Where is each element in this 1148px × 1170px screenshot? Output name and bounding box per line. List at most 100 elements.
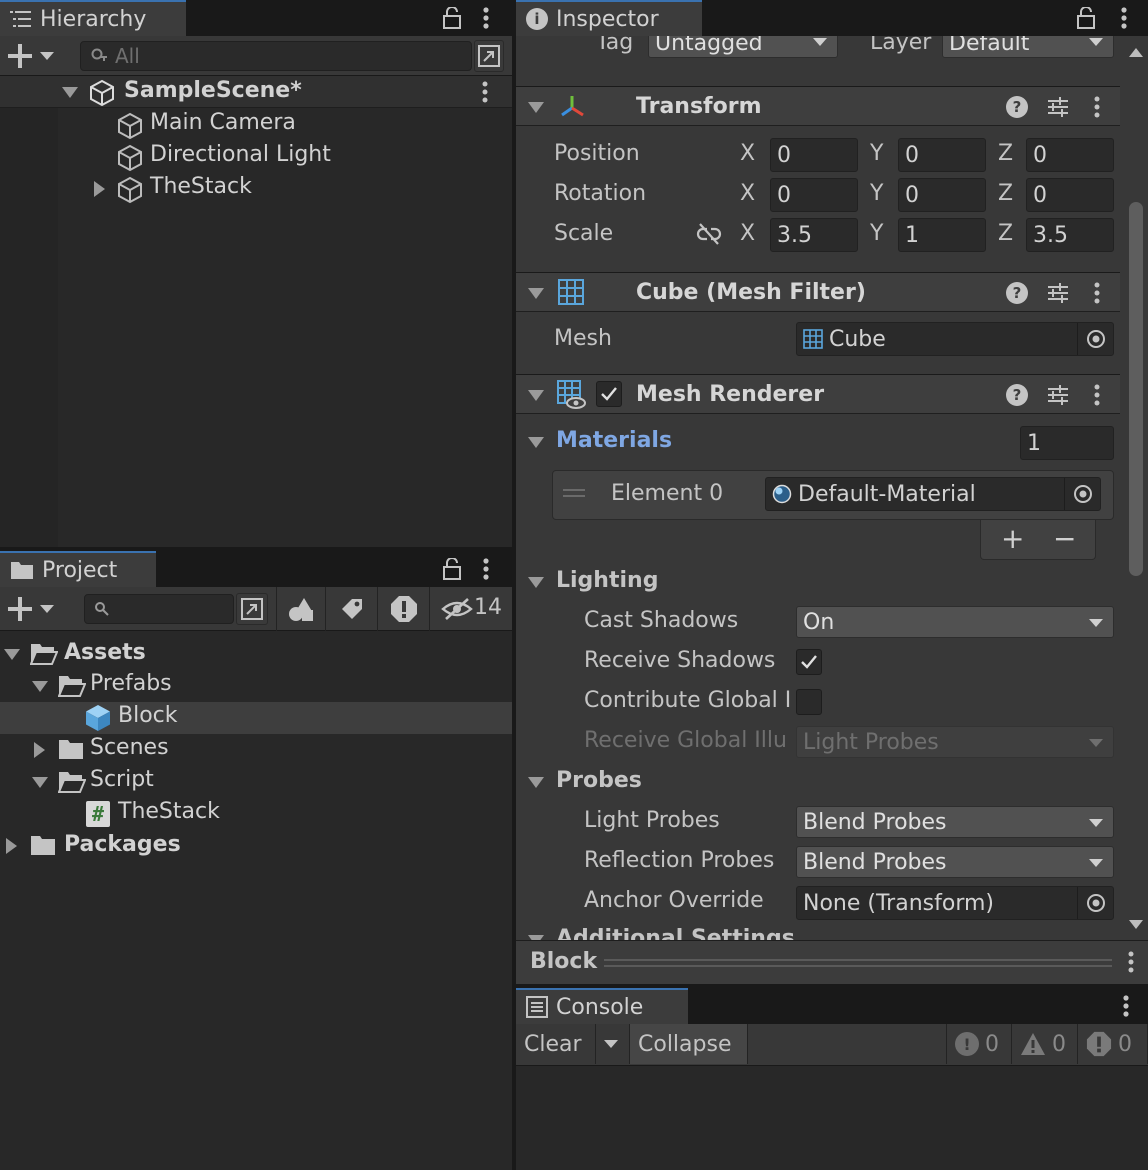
probes-foldout-icon[interactable] [528,777,544,788]
object-picker-icon[interactable] [1077,323,1113,355]
foldout-arrow-icon[interactable] [34,742,45,758]
position-z-field[interactable]: 0 [1026,138,1114,172]
component-menu-icon[interactable] [1094,384,1100,406]
project-search-input[interactable] [84,594,234,624]
open-window-icon[interactable] [474,40,504,72]
cast-shadows-dropdown[interactable]: On [796,606,1114,638]
foldout-arrow-icon[interactable] [528,102,544,113]
project-item-script[interactable]: Script [0,766,512,798]
scene-menu-icon[interactable] [482,81,488,103]
element0-object-field[interactable]: Default-Material [765,477,1101,511]
component-menu-icon[interactable] [1094,96,1100,118]
hierarchy-search-input[interactable]: All [80,41,472,71]
rotation-z-field[interactable]: 0 [1026,178,1114,212]
clear-options-dropdown[interactable] [596,1024,630,1064]
materials-foldout-icon[interactable] [528,437,544,448]
materials-size-field[interactable]: 1 [1020,426,1114,460]
foldout-arrow-icon[interactable] [6,838,17,854]
presets-icon[interactable] [1046,282,1070,304]
project-item-scenes[interactable]: Scenes [0,734,512,766]
drag-handle-icon[interactable] [563,489,585,497]
project-item-packages[interactable]: Packages [0,830,512,862]
project-item-block[interactable]: Block [0,702,512,734]
constrain-proportions-icon[interactable] [696,222,722,246]
clear-button[interactable]: Clear [516,1024,596,1064]
scale-x-field[interactable]: 3.5 [770,218,858,252]
lighting-label[interactable]: Lighting [556,568,658,593]
hierarchy-item-directional-light[interactable]: Directional Light [0,141,512,173]
foldout-arrow-icon[interactable] [32,777,48,788]
hierarchy-item-main-camera[interactable]: Main Camera [0,109,512,141]
add-icon[interactable] [6,43,34,69]
light-probes-dropdown[interactable]: Blend Probes [796,806,1114,838]
preview-menu-icon[interactable] [1128,951,1134,973]
rotation-y-field[interactable]: 0 [898,178,986,212]
help-icon[interactable]: ? [1006,96,1028,118]
mesh-renderer-enabled-checkbox[interactable] [596,381,622,407]
collapse-button[interactable]: Collapse [630,1024,748,1064]
probes-label[interactable]: Probes [556,768,642,793]
info-filter-button[interactable]: ! 0 [946,1024,1012,1064]
presets-icon[interactable] [1046,384,1070,406]
materials-label[interactable]: Materials [556,428,672,453]
warning-filter-button[interactable]: 0 [1012,1024,1078,1064]
project-item-prefabs[interactable]: Prefabs [0,670,512,702]
kebab-menu-icon[interactable] [1118,994,1134,1018]
foldout-arrow-icon[interactable] [94,181,105,197]
lock-icon[interactable] [442,557,462,581]
remove-element-button[interactable]: − [1053,522,1076,555]
chevron-down-icon[interactable] [40,605,54,613]
filter-by-type-icon[interactable] [276,587,326,631]
scroll-down-icon[interactable] [1129,920,1143,929]
help-icon[interactable]: ? [1006,282,1028,304]
additional-settings-label[interactable]: Additional Settings [556,926,795,940]
lock-icon[interactable] [442,6,462,30]
transform-header[interactable]: Transform ? [516,86,1120,126]
kebab-menu-icon[interactable] [1116,6,1132,30]
scrollbar-thumb[interactable] [1129,202,1143,576]
foldout-arrow-icon[interactable] [32,681,48,692]
scene-row[interactable]: SampleScene* [0,76,512,108]
filter-by-label-icon[interactable] [326,587,378,631]
error-filter-icon[interactable] [378,587,430,631]
contribute-gi-checkbox[interactable] [796,689,822,715]
foldout-arrow-icon[interactable] [62,87,78,98]
tab-inspector[interactable]: i Inspector [516,0,702,36]
scale-y-field[interactable]: 1 [898,218,986,252]
kebab-menu-icon[interactable] [478,557,494,581]
presets-icon[interactable] [1046,96,1070,118]
hidden-packages-icon[interactable] [440,595,474,623]
add-icon[interactable] [6,596,34,622]
tag-dropdown[interactable]: Untagged [648,36,838,58]
rotation-x-field[interactable]: 0 [770,178,858,212]
inspector-scrollbar[interactable] [1124,36,1148,940]
preview-drag-handle[interactable] [604,959,1112,967]
project-item-thestack-script[interactable]: # TheStack [0,798,512,830]
scroll-up-icon[interactable] [1129,48,1143,57]
tab-project[interactable]: Project [0,551,156,587]
lighting-foldout-icon[interactable] [528,577,544,588]
open-window-icon[interactable] [236,593,268,625]
add-element-button[interactable]: + [1001,522,1024,555]
position-x-field[interactable]: 0 [770,138,858,172]
hierarchy-item-thestack[interactable]: TheStack [0,173,512,205]
anchor-override-field[interactable]: None (Transform) [796,886,1114,920]
position-y-field[interactable]: 0 [898,138,986,172]
foldout-arrow-icon[interactable] [528,390,544,401]
scale-z-field[interactable]: 3.5 [1026,218,1114,252]
reflection-probes-dropdown[interactable]: Blend Probes [796,846,1114,878]
chevron-down-icon[interactable] [40,52,54,60]
foldout-arrow-icon[interactable] [528,288,544,299]
object-picker-icon[interactable] [1077,887,1113,919]
mesh-filter-header[interactable]: Cube (Mesh Filter) ? [516,272,1120,312]
receive-shadows-checkbox[interactable] [796,649,822,675]
kebab-menu-icon[interactable] [478,6,494,30]
help-icon[interactable]: ? [1006,384,1028,406]
tab-console[interactable]: Console [516,988,688,1024]
mesh-renderer-header[interactable]: Mesh Renderer ? [516,374,1120,414]
foldout-arrow-icon[interactable] [4,649,20,660]
tab-hierarchy[interactable]: Hierarchy [0,0,186,36]
preview-bar[interactable]: Block [516,940,1148,984]
layer-dropdown[interactable]: Default [942,36,1114,58]
object-picker-icon[interactable] [1064,478,1100,510]
